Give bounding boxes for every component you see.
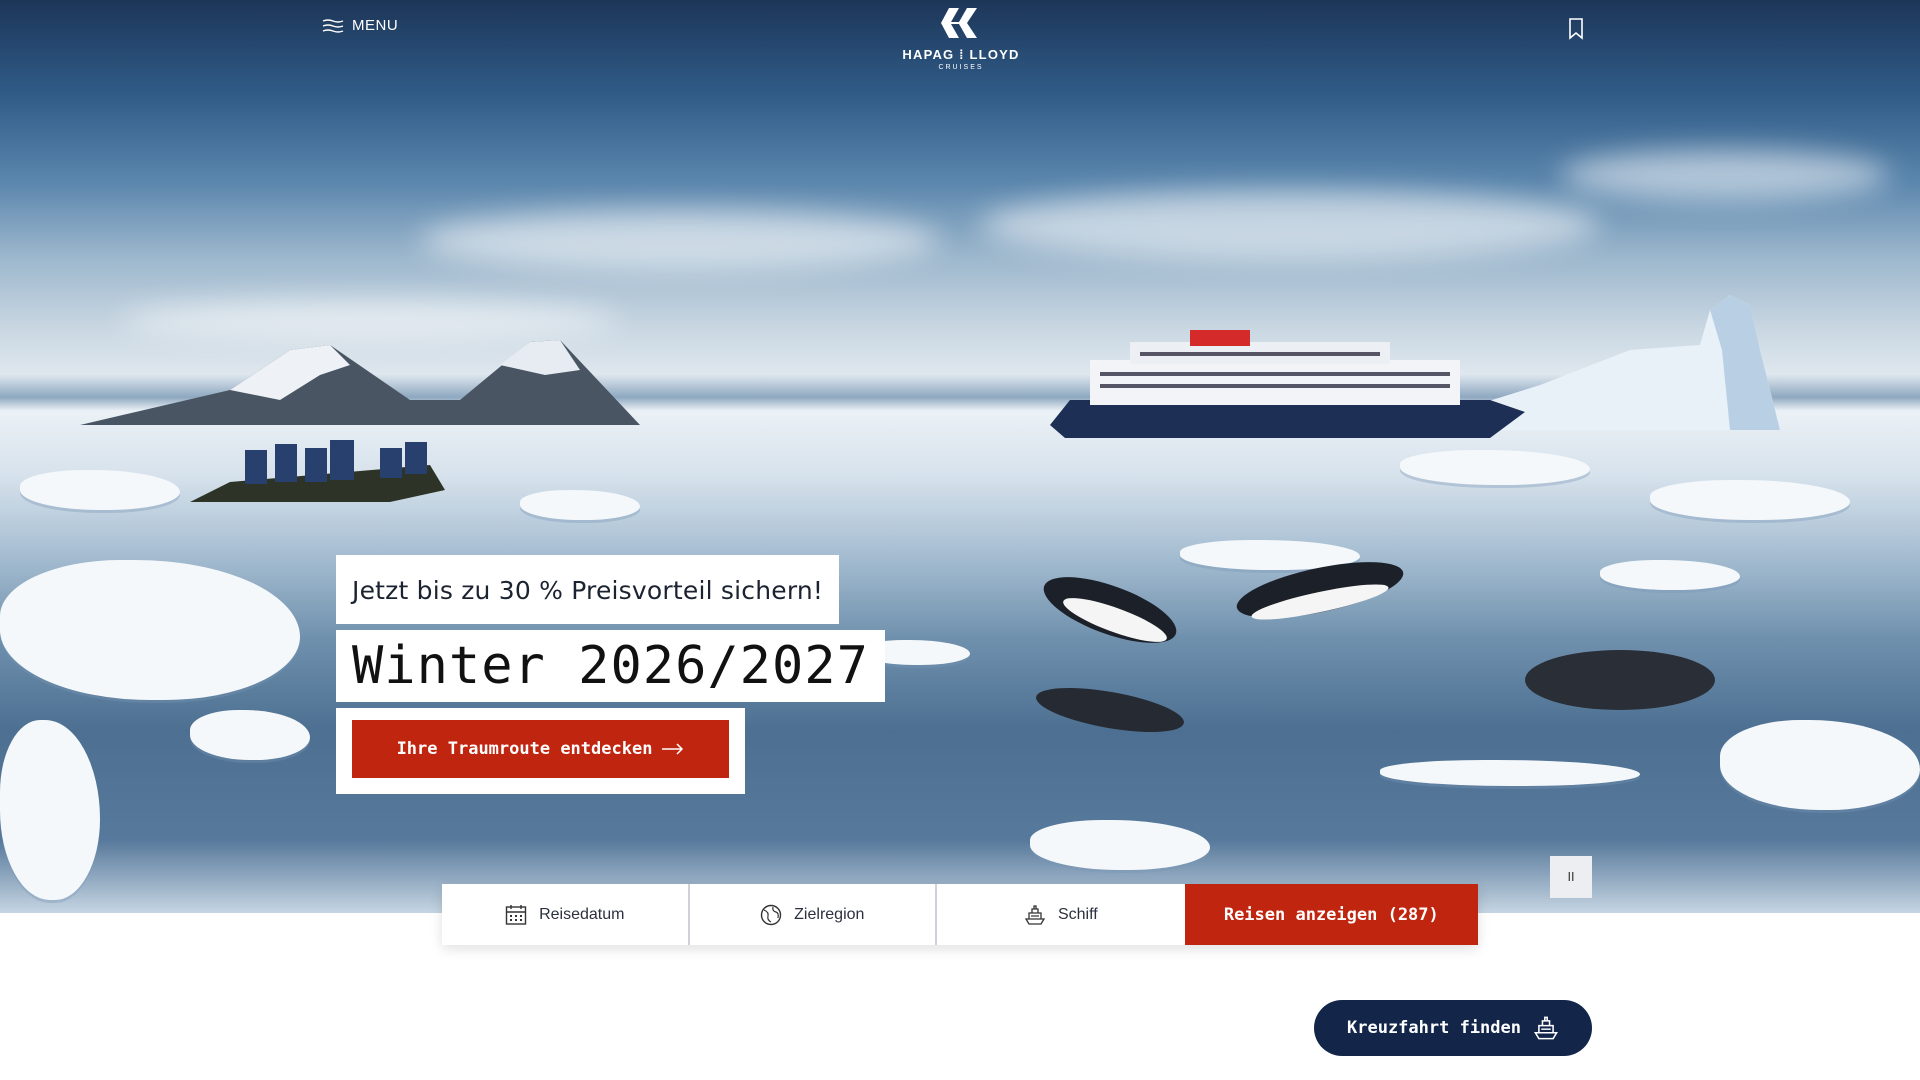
penguins-image: [1036, 562, 1715, 732]
discover-route-button[interactable]: Ihre Traumroute entdecken: [352, 720, 729, 778]
logo-sub: CRUISES: [938, 64, 984, 71]
promo-banner: Jetzt bis zu 30 % Preisvorteil sichern!: [336, 555, 840, 624]
destination-region-label: Zielregion: [794, 905, 865, 923]
hero-banner: [0, 0, 1920, 913]
ship-field[interactable]: Schiff: [937, 884, 1185, 945]
hero-cta-box: Ihre Traumroute entdecken: [336, 708, 745, 794]
bookmark-button[interactable]: [1568, 18, 1584, 45]
mountains-image: [80, 340, 640, 425]
hero-title-box: Winter 2026/2027: [336, 630, 885, 702]
logo-mark-icon: [896, 8, 1026, 44]
bookmark-icon: [1569, 18, 1583, 40]
arrow-right-icon: [662, 743, 684, 755]
travel-date-label: Reisedatum: [539, 905, 625, 923]
menu-label: MENU: [352, 17, 399, 34]
ship-icon: [1024, 904, 1046, 925]
hapag-lloyd-logo[interactable]: HAPAG ⁞ LLOYD CRUISES: [896, 8, 1026, 71]
destination-region-field[interactable]: Zielregion: [690, 884, 938, 945]
top-navigation: MENU HAPAG ⁞ LLOYD CRUISES: [0, 0, 1920, 80]
ship-label: Schiff: [1057, 905, 1098, 923]
menu-icon: [322, 18, 344, 33]
menu-button[interactable]: MENU: [322, 17, 398, 34]
discover-route-label: Ihre Traumroute entdecken: [396, 739, 653, 759]
logo-name: HAPAG ⁞ LLOYD: [902, 47, 1020, 62]
zodiac-boat-image: [190, 440, 445, 502]
travel-date-field[interactable]: Reisedatum: [442, 884, 690, 945]
globe-icon: [760, 904, 782, 925]
promo-text: Jetzt bis zu 30 % Preisvorteil sichern!: [352, 576, 824, 605]
find-cruise-button[interactable]: Kreuzfahrt finden: [1314, 1000, 1592, 1056]
find-cruise-label: Kreuzfahrt finden: [1347, 1018, 1521, 1038]
show-cruises-button[interactable]: Reisen anzeigen (287): [1184, 884, 1479, 945]
hero-title: Winter 2026/2027: [352, 636, 869, 696]
pause-icon: II: [1567, 870, 1575, 884]
slideshow-pause-button[interactable]: II: [1550, 856, 1592, 898]
calendar-icon: [505, 904, 527, 925]
cruise-search-bar: Reisedatum Zielregion Schiff Reisen anze…: [442, 884, 1479, 945]
cruise-ship-image: [1050, 330, 1525, 438]
ship-icon: [1534, 1016, 1558, 1040]
